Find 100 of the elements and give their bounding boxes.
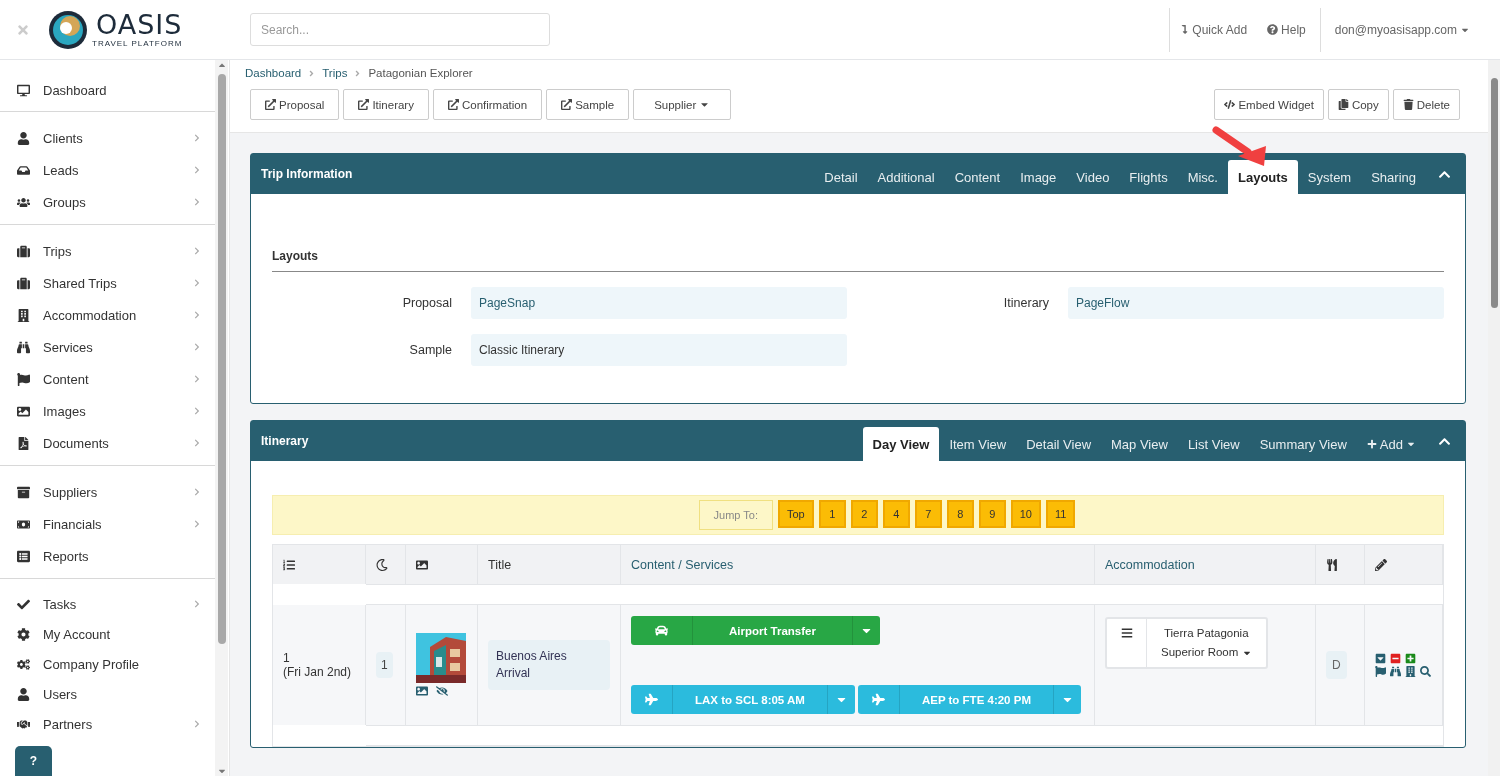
jump-button[interactable]: 1 — [818, 500, 846, 528]
tab[interactable]: Content — [944, 160, 1011, 194]
tab[interactable]: Detail View — [1016, 427, 1102, 461]
sidebar-item[interactable]: Suppliers — [0, 476, 215, 508]
tab[interactable]: Sharing — [1361, 160, 1426, 194]
column-header: Title — [478, 545, 621, 584]
tab[interactable]: Item View — [939, 427, 1017, 461]
tab[interactable]: Detail — [814, 160, 868, 194]
sidebar-item[interactable]: Leads — [0, 154, 215, 186]
sidebar-item[interactable]: Content — [0, 363, 215, 395]
tab[interactable]: Day View — [862, 427, 940, 461]
add-menu[interactable]: Add — [1356, 427, 1426, 461]
panel-title: Itinerary — [261, 434, 309, 448]
user-menu[interactable]: don@myoasisapp.com — [1324, 7, 1480, 52]
sidebar-item[interactable]: Accommodation — [0, 299, 215, 331]
external-link-icon — [447, 99, 459, 110]
tab[interactable]: Summary View — [1249, 427, 1357, 461]
field-value[interactable]: PageSnap — [471, 287, 847, 319]
search-icon[interactable] — [1420, 666, 1431, 677]
sidebar-item[interactable]: Reports — [0, 540, 215, 572]
nights-count: 1 — [376, 652, 393, 678]
document-button[interactable]: Proposal — [250, 89, 340, 120]
inbox-icon — [17, 163, 30, 177]
sidebar-item[interactable]: Dashboard — [0, 75, 215, 105]
document-button[interactable]: Confirmation — [432, 89, 543, 120]
sidebar-item[interactable]: My Account — [0, 619, 215, 649]
jump-button[interactable]: 9 — [978, 500, 1006, 528]
eye-slash-icon[interactable] — [436, 685, 448, 697]
sidebar-item[interactable]: Clients — [0, 122, 215, 154]
field-value[interactable]: PageFlow — [1068, 287, 1444, 319]
quick-add-link[interactable]: Quick Add — [1170, 7, 1258, 52]
gears-icon — [17, 657, 30, 671]
minus-icon[interactable] — [1390, 653, 1401, 664]
action-button[interactable]: Embed Widget — [1214, 89, 1324, 120]
dropdown-icon[interactable] — [1375, 653, 1386, 664]
tab[interactable]: System — [1297, 160, 1362, 194]
building-icon — [17, 308, 30, 322]
jump-button[interactable]: 4 — [882, 500, 910, 528]
chevron-right-icon — [193, 134, 201, 142]
jump-button[interactable]: 7 — [914, 500, 942, 528]
breadcrumb-link[interactable]: Trips — [322, 67, 348, 79]
pdf-file-icon — [17, 436, 30, 450]
flag-icon[interactable] — [1375, 666, 1386, 677]
tab[interactable]: Layouts — [1228, 160, 1298, 194]
field-label: Sample — [408, 343, 452, 357]
sidebar-item[interactable]: Company Profile — [0, 649, 215, 679]
help-link[interactable]: Help — [1257, 7, 1316, 52]
sidebar-item[interactable]: Documents — [0, 427, 215, 459]
tab[interactable]: Map View — [1101, 427, 1178, 461]
desktop-icon — [17, 83, 30, 97]
sidebar-item[interactable]: Groups — [0, 186, 215, 218]
accommodation-dropdown[interactable]: Tierra Patagonia Superior Room — [1105, 617, 1268, 669]
sidebar-item[interactable]: Partners — [0, 709, 215, 739]
document-button[interactable]: Itinerary — [343, 89, 429, 120]
image-icon[interactable] — [416, 685, 428, 697]
jump-button[interactable]: 11 — [1046, 500, 1076, 528]
jump-button[interactable]: 10 — [1010, 500, 1041, 528]
sidebar-item[interactable]: Users — [0, 679, 215, 709]
day-date: (Fri Jan 2nd) — [283, 665, 353, 679]
tab[interactable]: Video — [1066, 160, 1120, 194]
users-icon — [17, 195, 30, 209]
jump-button[interactable]: 8 — [946, 500, 974, 528]
binoculars-icon[interactable] — [1390, 666, 1401, 677]
sidebar-item[interactable]: Images — [0, 395, 215, 427]
scrollbar[interactable] — [1488, 60, 1500, 776]
supplier-dropdown[interactable]: Supplier — [633, 89, 732, 120]
building-icon[interactable] — [1405, 666, 1416, 677]
jump-button[interactable]: 2 — [850, 500, 878, 528]
sidebar-item[interactable]: Tasks — [0, 589, 215, 619]
sidebar-item[interactable]: Shared Trips — [0, 267, 215, 299]
help-button[interactable]: ? — [15, 746, 52, 776]
breadcrumb-link[interactable]: Dashboard — [245, 67, 302, 79]
chevron-right-icon — [193, 720, 201, 728]
tab[interactable]: Image — [1010, 160, 1067, 194]
tab[interactable]: Additional — [867, 160, 945, 194]
sidebar-item[interactable]: Services — [0, 331, 215, 363]
plus-icon[interactable] — [1405, 653, 1416, 664]
tab[interactable]: List View — [1177, 427, 1250, 461]
column-header: Accommodation — [1095, 545, 1316, 584]
chevron-right-icon — [193, 488, 201, 496]
field-value[interactable]: Classic Itinerary — [471, 334, 847, 366]
car-icon — [655, 624, 668, 637]
tab[interactable]: Misc. — [1177, 160, 1228, 194]
jump-button[interactable]: Top — [778, 500, 814, 528]
search-field[interactable]: Search... — [250, 13, 550, 46]
action-button[interactable]: Copy — [1327, 89, 1389, 120]
plane-icon — [645, 693, 658, 706]
tab[interactable]: Flights — [1119, 160, 1178, 194]
image-icon — [17, 404, 30, 418]
scrollbar[interactable] — [215, 60, 228, 776]
document-button[interactable]: Sample — [546, 89, 630, 120]
action-button[interactable]: Delete — [1392, 89, 1460, 120]
logo-icon — [48, 9, 88, 50]
binoculars-icon — [17, 340, 30, 354]
check-icon — [17, 597, 30, 611]
sidebar-item[interactable]: Trips — [0, 235, 215, 267]
question-icon — [1267, 24, 1279, 35]
user-icon — [17, 687, 30, 701]
chevron-right-icon — [193, 439, 201, 447]
sidebar-item[interactable]: Financials — [0, 508, 215, 540]
